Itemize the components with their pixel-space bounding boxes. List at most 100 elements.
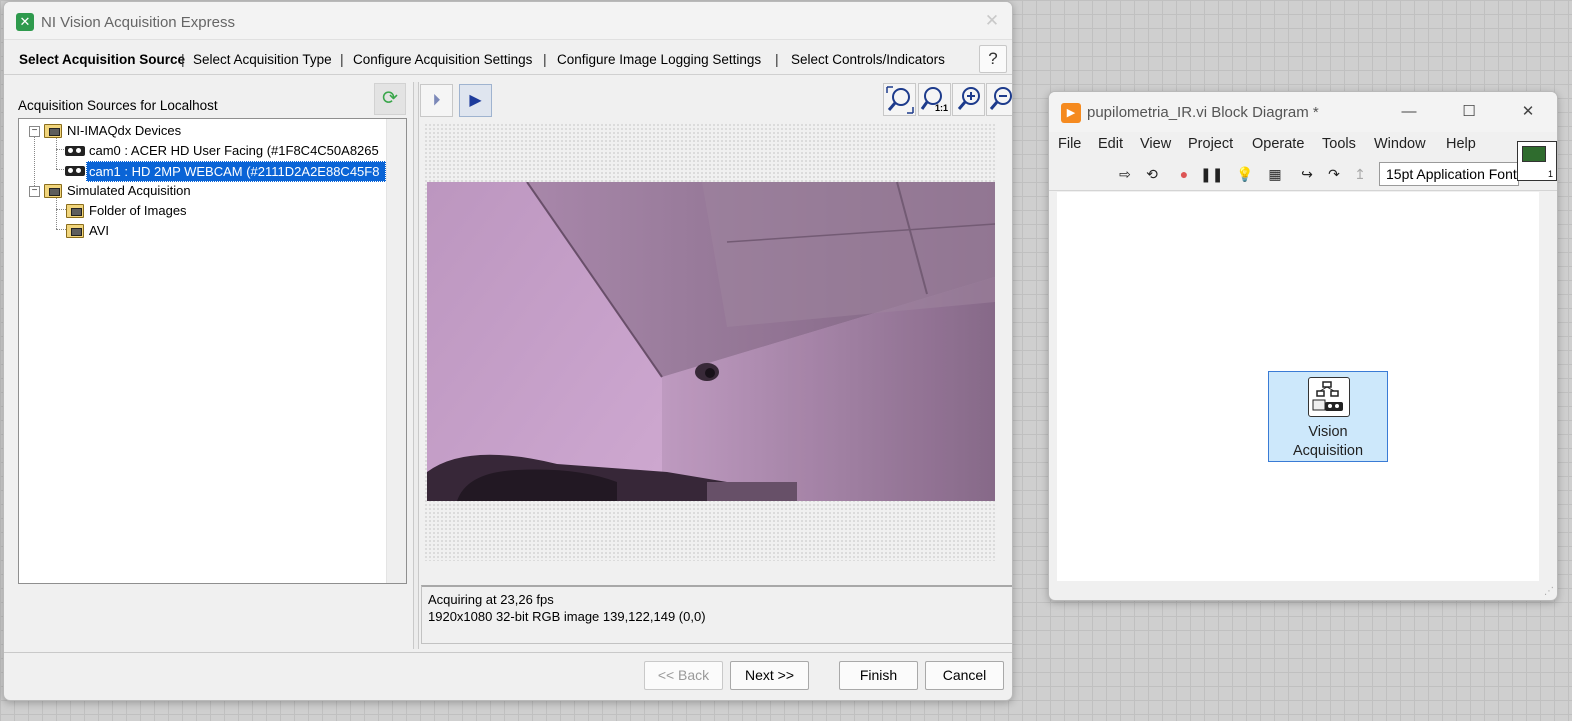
retain-wire-values-icon[interactable]: ▦: [1265, 165, 1285, 183]
vision-acquisition-node-icon: [1308, 377, 1350, 417]
camera-icon: [65, 146, 85, 156]
highlight-execution-icon[interactable]: 💡: [1235, 165, 1255, 183]
acquisition-status-panel: Acquiring at 23,26 fps 1920x1080 32-bit …: [421, 585, 1012, 644]
collapse-icon[interactable]: −: [29, 126, 40, 137]
tree-label-cam0: cam0 : ACER HD User Facing (#1F8C4C50A82…: [89, 143, 379, 158]
tree-label-folder: Folder of Images: [89, 203, 187, 218]
zoom-1to1-button[interactable]: 1:1: [918, 83, 951, 116]
node-label-line2: Acquisition: [1292, 443, 1364, 459]
step-into-icon[interactable]: ↪: [1297, 165, 1317, 183]
help-icon: ?: [988, 49, 998, 68]
finish-button[interactable]: Finish: [839, 661, 918, 690]
back-button[interactable]: << Back: [644, 661, 723, 690]
tree-label-cam1: cam1 : HD 2MP WEBCAM (#2111D2A2E88C45F8: [86, 161, 386, 182]
maximize-icon[interactable]: ☐: [1458, 101, 1480, 123]
run-icon[interactable]: ⇨: [1115, 165, 1135, 183]
camera-preview-image: [427, 182, 995, 501]
refresh-icon: ⟳: [382, 88, 398, 109]
menu-project[interactable]: Project: [1188, 136, 1233, 152]
node-label-line1: Vision: [1308, 424, 1348, 440]
close-icon[interactable]: ✕: [1517, 101, 1539, 123]
device-folder-icon: [44, 124, 62, 138]
panel-splitter[interactable]: [413, 82, 419, 649]
tree-item-cam1[interactable]: cam1 : HD 2MP WEBCAM (#2111D2A2E88C45F8: [19, 161, 389, 182]
step-separator: |: [543, 51, 547, 67]
block-diagram-window: ▶ pupilometria_IR.vi Block Diagram * — ☐…: [1048, 91, 1558, 601]
tree-item-cam0[interactable]: cam0 : ACER HD User Facing (#1F8C4C50A82…: [19, 141, 389, 160]
step-separator: |: [181, 51, 185, 67]
refresh-button[interactable]: ⟳: [374, 83, 406, 115]
next-button[interactable]: Next >>: [730, 661, 809, 690]
collapse-icon[interactable]: −: [29, 186, 40, 197]
avi-folder-icon: [66, 224, 84, 238]
step-separator: |: [340, 51, 344, 67]
tree-label-imaqdx: NI-IMAQdx Devices: [67, 123, 182, 138]
fps-status: Acquiring at 23,26 fps: [428, 592, 554, 607]
zoom-1to1-label: 1:1: [934, 103, 948, 113]
tree-scrollbar[interactable]: [386, 119, 406, 583]
bd-vertical-scrollbar[interactable]: [1539, 192, 1557, 581]
labview-app-icon: ▶: [1061, 103, 1081, 123]
vision-acquisition-node-label: Vision Acquisition: [1269, 423, 1387, 461]
font-selector[interactable]: 15pt Application Font: [1379, 162, 1519, 186]
help-button[interactable]: ?: [979, 45, 1007, 73]
run-continuously-icon[interactable]: ⟲: [1142, 165, 1162, 183]
snap-button[interactable]: ⏵: [420, 84, 453, 117]
step-over-icon[interactable]: ↷: [1324, 165, 1344, 183]
bd-window-title: pupilometria_IR.vi Block Diagram *: [1087, 104, 1319, 121]
wizard-steps: Select Acquisition Source | Select Acqui…: [4, 45, 1012, 75]
vision-acquisition-app-icon: ✕: [16, 13, 34, 31]
folder-icon: [66, 204, 84, 218]
close-icon[interactable]: ✕: [984, 11, 1000, 31]
menu-operate[interactable]: Operate: [1252, 136, 1304, 152]
tree-label-avi: AVI: [89, 223, 109, 238]
minimize-icon[interactable]: —: [1398, 101, 1420, 123]
step-out-icon[interactable]: ↥: [1350, 165, 1370, 183]
step-select-acquisition-source[interactable]: Select Acquisition Source: [19, 52, 185, 67]
bd-toolbar: ⇨ ⟲ ● ❚❚ 💡 ▦ ↪ ↷ ↥ 15pt Application Font: [1049, 158, 1557, 191]
pause-icon[interactable]: ❚❚: [1200, 165, 1223, 183]
zoom-out-button[interactable]: [986, 83, 1012, 116]
vi-icon-number: 1: [1547, 169, 1553, 179]
grab-button[interactable]: ▶: [459, 84, 492, 117]
step-configure-image-logging[interactable]: Configure Image Logging Settings: [557, 52, 761, 67]
menu-help[interactable]: Help: [1446, 136, 1476, 152]
step-configure-acquisition-settings[interactable]: Configure Acquisition Settings: [353, 52, 532, 67]
acquisition-sources-label: Acquisition Sources for Localhost: [18, 98, 218, 113]
zoom-out-icon: [989, 87, 1012, 110]
cancel-button[interactable]: Cancel: [925, 661, 1004, 690]
abort-icon[interactable]: ●: [1174, 165, 1194, 183]
vi-icon-graphic: [1522, 146, 1546, 162]
zoom-to-fit-icon: [886, 86, 914, 114]
menu-window[interactable]: Window: [1374, 136, 1426, 152]
image-info-status: 1920x1080 32-bit RGB image 139,122,149 (…: [428, 609, 706, 624]
menu-tools[interactable]: Tools: [1322, 136, 1356, 152]
tree-label-simulated: Simulated Acquisition: [67, 183, 191, 198]
title-bar: ✕ NI Vision Acquisition Express ✕: [4, 2, 1012, 40]
tree-item-imaqdx-devices[interactable]: − NI-IMAQdx Devices: [19, 121, 379, 140]
step-separator: |: [775, 51, 779, 67]
zoom-in-button[interactable]: [952, 83, 985, 116]
step-select-controls-indicators[interactable]: Select Controls/Indicators: [791, 52, 945, 67]
zoom-in-icon: [957, 87, 980, 110]
vi-connector-icon[interactable]: 1: [1517, 141, 1557, 181]
menu-edit[interactable]: Edit: [1098, 136, 1123, 152]
window-title: NI Vision Acquisition Express: [41, 14, 235, 31]
tree-item-avi[interactable]: AVI: [19, 221, 379, 240]
play-icon: ▶: [469, 92, 482, 109]
camera-scene: [427, 182, 995, 501]
menu-file[interactable]: File: [1058, 136, 1081, 152]
snap-icon: ⏵: [432, 92, 441, 109]
zoom-to-fit-button[interactable]: [883, 83, 916, 116]
bd-menu-bar: File Edit View Project Operate Tools Win…: [1049, 132, 1557, 158]
tree-item-simulated-acquisition[interactable]: − Simulated Acquisition: [19, 181, 379, 200]
simulated-folder-icon: [44, 184, 62, 198]
vision-acquisition-window: ✕ NI Vision Acquisition Express ✕ Select…: [3, 1, 1013, 701]
tree-item-folder-of-images[interactable]: Folder of Images: [19, 201, 379, 220]
acquisition-sources-tree[interactable]: − NI-IMAQdx Devices cam0 : ACER HD User …: [18, 118, 407, 584]
camera-icon: [65, 166, 85, 176]
vision-acquisition-node[interactable]: Vision Acquisition: [1268, 371, 1388, 462]
step-select-acquisition-type[interactable]: Select Acquisition Type: [193, 52, 332, 67]
menu-view[interactable]: View: [1140, 136, 1171, 152]
resize-grip-icon[interactable]: ⋰: [1544, 586, 1554, 597]
